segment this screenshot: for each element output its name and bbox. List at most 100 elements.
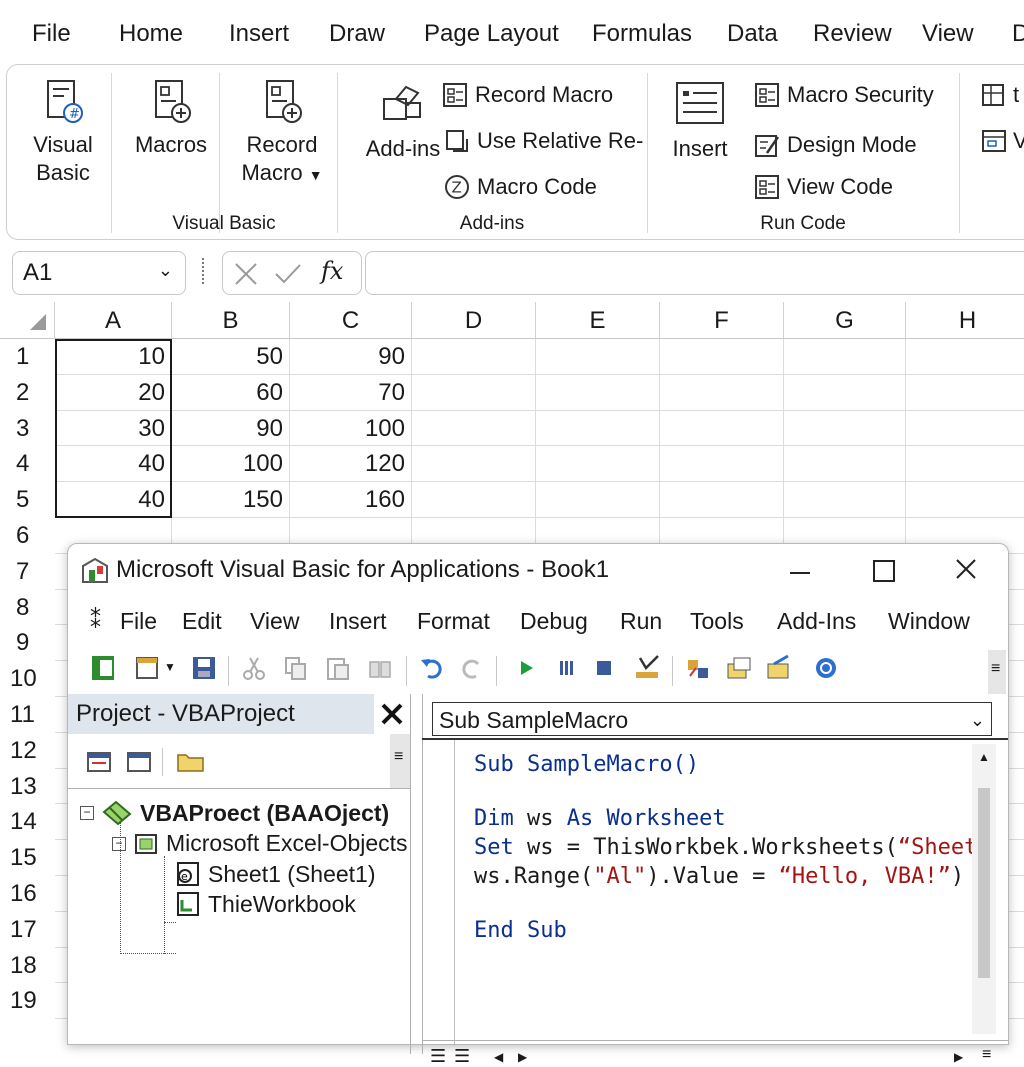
row-header[interactable]: 17 [0,912,55,948]
reset-icon[interactable] [590,654,618,682]
code-line-1[interactable]: Sub SampleMacro() [474,752,699,777]
row-header[interactable]: 18 [0,948,55,984]
cell[interactable] [536,410,660,447]
cell[interactable]: 40 [55,482,172,518]
tab-view[interactable]: View [922,20,974,48]
cell[interactable] [412,410,536,447]
cell[interactable] [784,482,906,518]
cell[interactable]: 10 [55,339,172,375]
cell[interactable] [784,374,906,411]
toolbar-overflow[interactable]: ≡ [988,650,1006,694]
row-header[interactable]: 11 [0,697,55,733]
cell[interactable]: 100 [290,410,412,447]
properties-window-icon[interactable] [724,654,754,682]
tab-insert[interactable]: Insert [229,20,289,48]
tab-review[interactable]: Review [813,20,892,48]
cell[interactable] [536,482,660,518]
scroll-right-end-icon[interactable]: ▶ [954,1050,963,1064]
chevron-down-icon[interactable]: ▼ [164,660,176,674]
cell[interactable] [412,446,536,483]
cell[interactable]: 60 [172,374,290,411]
find-icon[interactable] [366,654,394,682]
cell[interactable] [412,339,536,375]
column-header-h[interactable]: H [906,302,1024,339]
column-header-c[interactable]: C [290,302,412,339]
design-mode-toggle-icon[interactable] [632,654,662,682]
run-icon[interactable] [512,654,540,682]
project-toolbar-overflow[interactable]: ≡ [390,734,410,788]
view-excel-icon[interactable] [90,654,118,682]
cell[interactable]: 30 [55,410,172,447]
row-header[interactable]: 6 [0,518,55,554]
vba-menu-file[interactable]: File [120,608,157,635]
add-ins-button[interactable]: Add-ins [359,79,447,163]
procedure-dropdown[interactable]: Sub SampleMacro ⌄ [432,702,992,736]
row-header[interactable]: 1 [0,339,55,375]
copy-icon[interactable] [282,654,310,682]
code-line-5[interactable]: End Sub [474,918,567,943]
tab-formulas[interactable]: Formulas [592,20,692,48]
tab-draw[interactable]: Draw [329,20,385,48]
row-header[interactable]: 12 [0,733,55,769]
name-box[interactable]: A1 ⌄ [12,251,186,295]
break-icon[interactable] [552,654,580,682]
select-all-corner[interactable] [0,302,55,339]
tab-developer-partial[interactable]: D [1012,20,1024,48]
cell[interactable]: 120 [290,446,412,483]
macros-button[interactable]: Macros [123,79,219,159]
cell[interactable]: 100 [172,446,290,483]
formula-bar-grip[interactable] [202,258,207,284]
column-header-d[interactable]: D [412,302,536,339]
cell[interactable] [660,482,784,518]
tab-home[interactable]: Home [119,20,183,48]
cell[interactable] [906,446,1024,483]
ribbon-partial-item-top[interactable]: t [981,81,1019,109]
view-object-icon[interactable] [126,750,152,774]
view-code-button[interactable]: View Code [753,173,893,201]
row-header[interactable]: 9 [0,625,55,661]
formula-input[interactable] [365,251,1024,295]
vba-menu-format[interactable]: Format [417,608,490,635]
row-header[interactable]: 19 [0,983,55,1019]
row-header[interactable]: 3 [0,411,55,447]
row-header[interactable]: 15 [0,840,55,876]
scroll-right-icon[interactable]: ▶ [518,1050,527,1064]
code-line-3[interactable]: Set ws = ThisWorkbek.Worksheets(“Sheet1 [474,835,991,860]
scroll-up-icon[interactable]: ▲ [978,750,990,764]
vba-menu-window[interactable]: Window [888,608,970,635]
row-header[interactable]: 7 [0,554,55,590]
cell[interactable]: 160 [290,482,412,518]
cell[interactable] [536,446,660,483]
enter-check-icon[interactable] [273,261,303,287]
column-header-f[interactable]: F [660,302,784,339]
cell[interactable]: 70 [290,374,412,411]
cell[interactable]: 40 [55,446,172,483]
vba-menu-edit[interactable]: Edit [182,608,222,635]
cell[interactable] [906,339,1024,375]
cell[interactable] [536,339,660,375]
row-header[interactable]: 10 [0,661,55,697]
chevron-down-icon[interactable]: ⌄ [158,260,173,281]
procedure-view-icon[interactable]: ☰ [430,1046,446,1067]
tree-node-excel-objects[interactable]: − Microsoft Excel-Objects [112,830,408,857]
save-icon[interactable] [190,654,218,682]
vba-menu-insert[interactable]: Insert [329,608,387,635]
vba-menu-add-ins[interactable]: Add-Ins [777,608,856,635]
code-line-2[interactable]: Dim ws As Worksheet [474,806,726,831]
column-header-b[interactable]: B [172,302,290,339]
macro-code-button[interactable]: Z Macro Code [443,173,597,201]
cell[interactable]: 90 [290,339,412,375]
help-icon[interactable] [812,654,840,682]
cut-icon[interactable] [240,654,268,682]
row-header[interactable]: 13 [0,769,55,805]
visual-basic-button[interactable]: # Visual Basic [23,79,103,187]
cell[interactable] [784,339,906,375]
record-macro-button[interactable]: Record Macro ▼ [233,79,331,189]
row-header[interactable]: 4 [0,446,55,482]
cell[interactable]: 90 [172,410,290,447]
cell[interactable] [660,410,784,447]
tab-data[interactable]: Data [727,20,778,48]
column-header-e[interactable]: E [536,302,660,339]
collapse-icon[interactable]: − [80,806,94,820]
row-header[interactable]: 2 [0,375,55,411]
